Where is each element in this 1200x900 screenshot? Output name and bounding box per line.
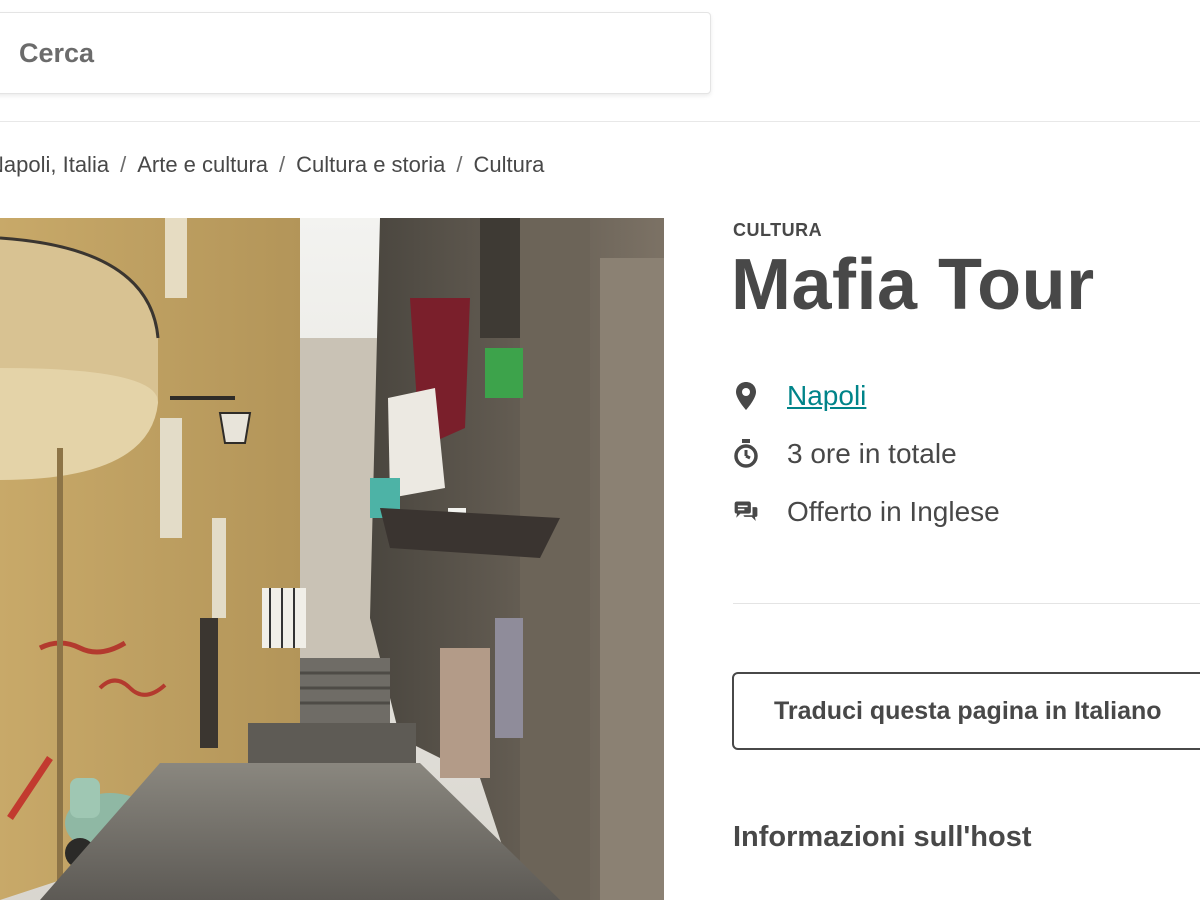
search-bar[interactable] <box>0 12 711 94</box>
page-title: Mafia Tour <box>731 245 1095 325</box>
header-divider <box>0 121 1200 122</box>
language-row: Offerto in Inglese <box>733 492 1000 532</box>
breadcrumb-separator: / <box>120 152 127 177</box>
breadcrumb-item-culture[interactable]: Cultura <box>473 152 544 178</box>
language-text: Offerto in Inglese <box>787 496 1000 527</box>
host-section-heading: Informazioni sull'host <box>733 821 1032 853</box>
experience-page: Napoli, Italia / Arte e cultura / Cultur… <box>0 0 1200 900</box>
duration-row: 3 ore in totale <box>733 434 957 474</box>
translate-page-button[interactable]: Traduci questa pagina in Italiano <box>732 672 1200 750</box>
breadcrumb-item-city[interactable]: Napoli, Italia <box>0 152 109 178</box>
alley-illustration <box>0 218 664 900</box>
category-label: CULTURA <box>733 220 823 240</box>
map-pin-icon <box>733 380 759 412</box>
location-link[interactable]: Napoli <box>787 380 866 412</box>
location-row: Napoli <box>733 376 866 416</box>
search-input[interactable] <box>19 37 659 69</box>
breadcrumb-separator: / <box>456 152 463 177</box>
chat-bubbles-icon <box>733 496 759 528</box>
breadcrumb-item-history[interactable]: Cultura e storia <box>296 152 445 178</box>
breadcrumb-item-arts[interactable]: Arte e cultura <box>137 152 268 178</box>
breadcrumb: Napoli, Italia / Arte e cultura / Cultur… <box>0 150 544 180</box>
hero-photo[interactable] <box>0 218 664 900</box>
stopwatch-icon <box>733 438 759 470</box>
breadcrumb-separator: / <box>279 152 286 177</box>
duration-text: 3 ore in totale <box>787 438 957 469</box>
section-divider <box>733 603 1200 604</box>
